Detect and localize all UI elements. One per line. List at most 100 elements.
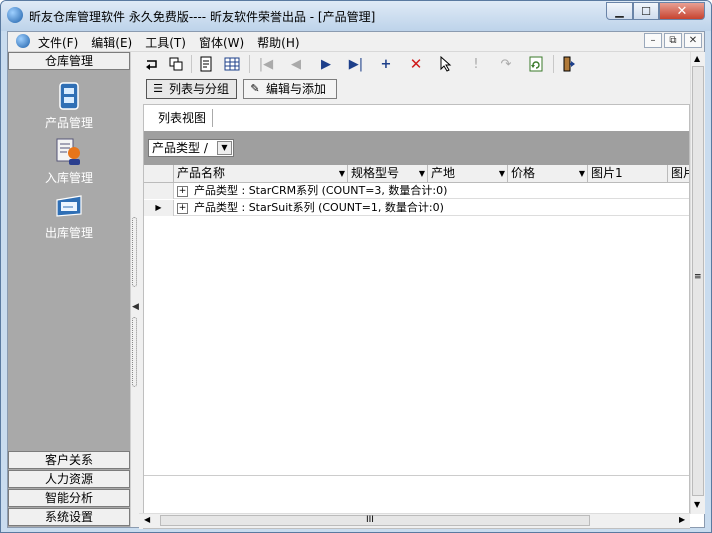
group-chip-product-type[interactable]: 产品类型 / ▼ <box>148 139 234 157</box>
menu-window[interactable]: 窗体(W) <box>199 34 244 51</box>
edit-icon: ✎ <box>250 82 260 95</box>
collapse-arrow-icon[interactable]: ◀ <box>132 302 139 312</box>
filter-dropdown-icon[interactable]: ▼ <box>579 166 585 182</box>
row-indicator[interactable] <box>144 183 174 199</box>
mdi-client: 文件(F) 编辑(E) 工具(T) 窗体(W) 帮助(H) – ⧉ ✕ 仓库管理 <box>7 31 705 529</box>
menu-help[interactable]: 帮助(H) <box>257 34 299 51</box>
menu-tools[interactable]: 工具(T) <box>145 34 186 51</box>
nav-item-stock-out[interactable]: 出库管理 <box>8 190 130 241</box>
toolbar: |◀ ◀ ▶ ▶| + ✕ ! ↷ <box>139 52 690 76</box>
tab-list-group-label: 列表与分组 <box>169 82 230 96</box>
return-icon[interactable] <box>143 55 161 73</box>
grid-icon[interactable] <box>223 55 241 73</box>
column-product-name[interactable]: 产品名称 ▼ <box>174 165 348 182</box>
stock-out-icon <box>53 190 85 222</box>
group-row[interactable]: + 产品类型 : StarSuit系列 (COUNT=1, 数量合计:0) <box>174 200 689 216</box>
tab-list-group[interactable]: ☰ 列表与分组 <box>146 79 237 99</box>
list-icon: ☰ <box>153 82 163 95</box>
toolbar-separator <box>249 55 250 73</box>
scroll-grip-icon: III <box>366 515 374 525</box>
toolbar-separator <box>191 55 192 73</box>
app-window: 昕友仓库管理软件 永久免费版---- 昕友软件荣誉出品 - [产品管理] ▁ ☐… <box>0 0 712 533</box>
current-row-indicator-icon[interactable]: ▶ <box>144 200 174 216</box>
expand-plus-icon[interactable]: + <box>177 202 188 214</box>
mdi-document-icon[interactable] <box>16 34 30 48</box>
add-icon[interactable]: + <box>377 55 395 73</box>
column-headers: 产品名称▼ 规格型号▼ 产地▼ 价格▼ 图片1 图片 <box>144 165 689 183</box>
group-row-text: 产品类型 : StarSuit系列 (COUNT=1, 数量合计:0) <box>194 201 444 214</box>
expand-plus-icon[interactable]: + <box>177 185 188 197</box>
column-spec[interactable]: 规格型号 ▼ <box>348 165 428 182</box>
delete-icon[interactable]: ✕ <box>407 55 425 73</box>
copy-icon[interactable] <box>167 55 185 73</box>
splitter-grip-top <box>132 217 137 287</box>
first-icon[interactable]: |◀ <box>257 55 275 73</box>
group-row-text: 产品类型 : StarCRM系列 (COUNT=3, 数量合计:0) <box>194 184 448 197</box>
grid-container: 列表视图 产品类型 / ▼ 产品名称 ▼ 规格型号 ▼ 产地 ▼ 价格 ▼ 图片… <box>143 104 690 529</box>
horizontal-scroll-thumb[interactable]: III <box>160 515 590 526</box>
maximize-button[interactable]: ☐ <box>633 2 659 20</box>
scroll-right-icon[interactable]: ▶ <box>679 515 685 524</box>
next-icon[interactable]: ▶ <box>317 55 335 73</box>
title-bar[interactable]: 昕友仓库管理软件 永久免费版---- 昕友软件荣誉出品 - [产品管理] ▁ ☐… <box>1 1 711 31</box>
scroll-down-icon[interactable]: ▼ <box>694 500 700 509</box>
window-controls: ▁ ☐ ✕ <box>606 2 705 22</box>
nav-item-product-label: 产品管理 <box>44 116 93 130</box>
navigation-panel: 仓库管理 产品管理 入库管理 出库管理 客户关系 人力资源 智能分析 系统设置 <box>8 52 130 527</box>
chevron-down-icon[interactable]: ▼ <box>217 141 232 155</box>
close-button[interactable]: ✕ <box>659 2 705 20</box>
vertical-scrollbar[interactable]: ▲ ≡ ▼ <box>690 52 705 514</box>
toolbar-separator <box>553 55 554 73</box>
category-analysis[interactable]: 智能分析 <box>8 489 130 507</box>
column-price[interactable]: 价格 ▼ <box>508 165 588 182</box>
column-origin[interactable]: 产地 ▼ <box>428 165 508 182</box>
filter-dropdown-icon[interactable]: ▼ <box>419 166 425 182</box>
refresh-icon[interactable] <box>527 55 545 73</box>
tab-edit-add[interactable]: ✎ 编辑与添加 <box>243 79 337 99</box>
pointer-icon[interactable] <box>437 55 455 73</box>
filter-dropdown-icon[interactable]: ▼ <box>499 166 505 182</box>
app-logo-icon <box>7 7 23 23</box>
product-icon <box>53 80 85 112</box>
content-area: |◀ ◀ ▶ ▶| + ✕ ! ↷ ☰ 列表与分组 ✎ 编辑与添加 列表视图 产… <box>139 52 690 529</box>
category-settings[interactable]: 系统设置 <box>8 508 130 526</box>
nav-item-stock-in[interactable]: 入库管理 <box>8 135 130 186</box>
stock-in-icon <box>53 135 85 167</box>
menu-edit[interactable]: 编辑(E) <box>91 34 132 51</box>
scroll-left-icon[interactable]: ◀ <box>144 515 150 524</box>
report-icon[interactable] <box>197 55 215 73</box>
exit-icon[interactable] <box>561 55 579 73</box>
menu-bar: 文件(F) 编辑(E) 工具(T) 窗体(W) 帮助(H) – ⧉ ✕ <box>8 32 704 52</box>
splitter-grip-bottom <box>132 317 137 387</box>
horizontal-scrollbar[interactable]: ◀ III ▶ <box>139 513 690 528</box>
menu-file[interactable]: 文件(F) <box>38 34 78 51</box>
last-icon[interactable]: ▶| <box>347 55 365 73</box>
scroll-up-icon[interactable]: ▲ <box>694 54 700 63</box>
category-hr[interactable]: 人力资源 <box>8 470 130 488</box>
row-indicator-header <box>144 165 174 182</box>
column-image1[interactable]: 图片1 <box>588 165 668 182</box>
mdi-controls: – ⧉ ✕ <box>642 33 702 48</box>
nav-item-stock-out-label: 出库管理 <box>44 226 93 240</box>
prev-icon[interactable]: ◀ <box>287 55 305 73</box>
list-view-tab[interactable]: 列表视图 <box>152 109 214 127</box>
vertical-scroll-thumb[interactable]: ≡ <box>692 66 704 496</box>
mdi-restore-button[interactable]: ⧉ <box>664 33 682 48</box>
scroll-grip-icon: ≡ <box>694 272 702 282</box>
mdi-minimize-button[interactable]: – <box>644 33 662 48</box>
category-crm[interactable]: 客户关系 <box>8 451 130 469</box>
pin-icon[interactable]: ! <box>467 55 485 73</box>
column-image2[interactable]: 图片 <box>668 165 689 182</box>
group-row[interactable]: + 产品类型 : StarCRM系列 (COUNT=3, 数量合计:0) <box>174 183 689 199</box>
redo-icon[interactable]: ↷ <box>497 55 515 73</box>
group-chip-label: 产品类型 / <box>152 141 208 155</box>
minimize-button[interactable]: ▁ <box>606 2 633 20</box>
mdi-close-button[interactable]: ✕ <box>684 33 702 48</box>
tab-edit-add-label: 编辑与添加 <box>266 82 327 96</box>
nav-item-product[interactable]: 产品管理 <box>8 80 130 131</box>
grid-footer <box>144 475 689 498</box>
category-warehouse[interactable]: 仓库管理 <box>8 52 130 70</box>
filter-dropdown-icon[interactable]: ▼ <box>339 166 345 182</box>
group-by-panel: 产品类型 / ▼ <box>144 131 689 165</box>
nav-item-stock-in-label: 入库管理 <box>44 171 93 185</box>
